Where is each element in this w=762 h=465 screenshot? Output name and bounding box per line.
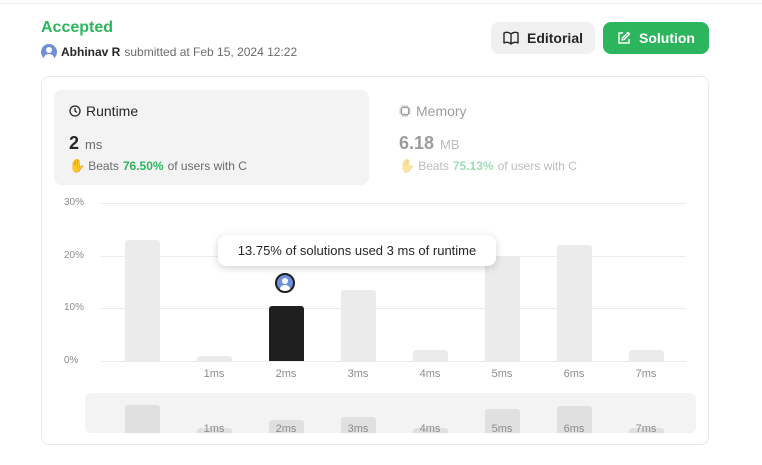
memory-panel[interactable]: Memory 6.18 MB ✋ Beats 75.13% of users w… [384,90,699,185]
minimap-label: 3ms [347,423,369,433]
minimap-bar [124,405,160,433]
clock-icon [69,105,81,117]
memory-title: Memory [399,102,699,120]
chart-bar[interactable] [196,355,232,361]
chart-range-slider[interactable]: 1ms 2ms 3ms 4ms 5ms 6ms 7ms [85,393,696,433]
runtime-beats-label: Beats [88,159,119,173]
y-tick-label: 30% [64,197,85,208]
runtime-title-text: Runtime [86,103,139,119]
submission-meta: Abhinav R submitted at Feb 15, 2024 12:2… [41,44,297,60]
chart-bar[interactable] [124,239,160,361]
memory-value-row: 6.18 MB [399,133,699,154]
memory-title-text: Memory [416,103,467,119]
x-tick-label: 6ms [563,368,585,380]
x-tick-label: 2ms [275,368,297,380]
chart-bar[interactable] [412,350,448,361]
chart-bar[interactable] [484,255,520,361]
grid-line [100,361,686,362]
user-avatar[interactable] [41,44,57,60]
grid-line [100,203,686,204]
minimap-label: 6ms [563,423,585,433]
x-tick-label: 4ms [419,368,441,380]
y-tick-label: 20% [64,249,85,261]
runtime-beats-suffix: of users with C [167,159,247,173]
top-divider [0,3,762,4]
memory-beats-label: Beats [418,159,449,173]
memory-unit: MB [440,137,460,152]
runtime-title: Runtime [69,102,369,120]
x-tick-label: 5ms [491,368,513,380]
solution-label: Solution [639,30,695,46]
minimap-label: 7ms [635,423,657,433]
minimap-label: 2ms [275,423,297,433]
runtime-value: 2 [69,133,80,153]
chip-icon [399,105,411,117]
chart-bar[interactable] [556,245,592,361]
editorial-button[interactable]: Editorial [491,22,595,54]
y-tick-label: 0% [64,355,79,366]
runtime-unit: ms [85,137,103,152]
memory-beats: ✋ Beats 75.13% of users with C [399,158,699,174]
y-tick-label: 10% [64,302,85,314]
submitted-time: submitted at Feb 15, 2024 12:22 [124,45,298,59]
clapping-hands-icon: ✋ [69,158,86,173]
minimap-label: 5ms [491,423,513,433]
book-icon [503,31,519,45]
clapping-hands-icon: ✋ [399,158,416,173]
runtime-beats-pct: 76.50% [122,159,164,173]
runtime-beats: ✋ Beats 76.50% of users with C [69,158,369,174]
editorial-label: Editorial [526,30,583,46]
runtime-value-row: 2 ms [69,133,369,154]
minimap-label: 1ms [203,423,225,433]
edit-icon [618,31,631,44]
chart-tooltip: 13.75% of solutions used 3 ms of runtime [218,235,496,266]
minimap-label: 4ms [419,423,441,433]
memory-beats-suffix: of users with C [497,159,577,173]
x-tick-label: 1ms [203,368,225,380]
chart-bar[interactable] [340,289,376,361]
x-tick-label: 7ms [635,368,657,380]
user-name[interactable]: Abhinav R [61,45,120,59]
grid-line [100,308,686,310]
chart-bar[interactable] [628,350,664,361]
my-submission-avatar [275,273,295,293]
chart-bar[interactable] [268,305,304,361]
x-tick-label: 3ms [347,368,369,380]
submission-status: Accepted [41,19,114,36]
memory-beats-pct: 75.13% [452,159,494,173]
solution-button[interactable]: Solution [603,22,709,54]
runtime-panel[interactable]: Runtime 2 ms ✋ Beats 76.50% of users wit… [54,90,369,185]
memory-value: 6.18 [399,133,435,153]
